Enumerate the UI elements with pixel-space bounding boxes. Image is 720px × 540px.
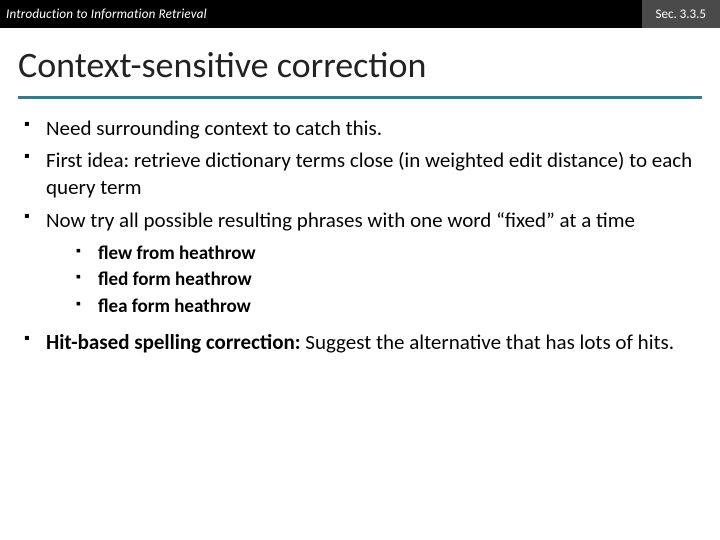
title-area: Context-sensitive correction: [0, 28, 720, 86]
list-item: flea form heathrow: [76, 295, 698, 319]
list-item-text: Now try all possible resulting phrases w…: [46, 207, 635, 233]
content-area: Need surrounding context to catch this. …: [0, 99, 720, 356]
list-item-text: Suggest the alternative that has lots of…: [301, 329, 675, 355]
section-badge: Sec. 3.3.5: [642, 0, 720, 28]
bullet-list: Need surrounding context to catch this. …: [22, 115, 698, 356]
list-item: First idea: retrieve dictionary terms cl…: [22, 147, 698, 201]
course-title: Introduction to Information Retrieval: [0, 7, 207, 22]
page-title: Context-sensitive correction: [18, 46, 702, 86]
list-item: Hit-based spelling correction: Suggest t…: [22, 329, 698, 356]
list-item: Need surrounding context to catch this.: [22, 115, 698, 142]
header-bar: Introduction to Information Retrieval Se…: [0, 0, 720, 28]
list-item: Now try all possible resulting phrases w…: [22, 207, 698, 319]
list-item: fled form heathrow: [76, 268, 698, 292]
emphasis-text: Hit-based spelling correction:: [46, 329, 301, 355]
list-item: flew from heathrow: [76, 242, 698, 266]
sub-list: flew from heathrow fled form heathrow fl…: [76, 242, 698, 319]
